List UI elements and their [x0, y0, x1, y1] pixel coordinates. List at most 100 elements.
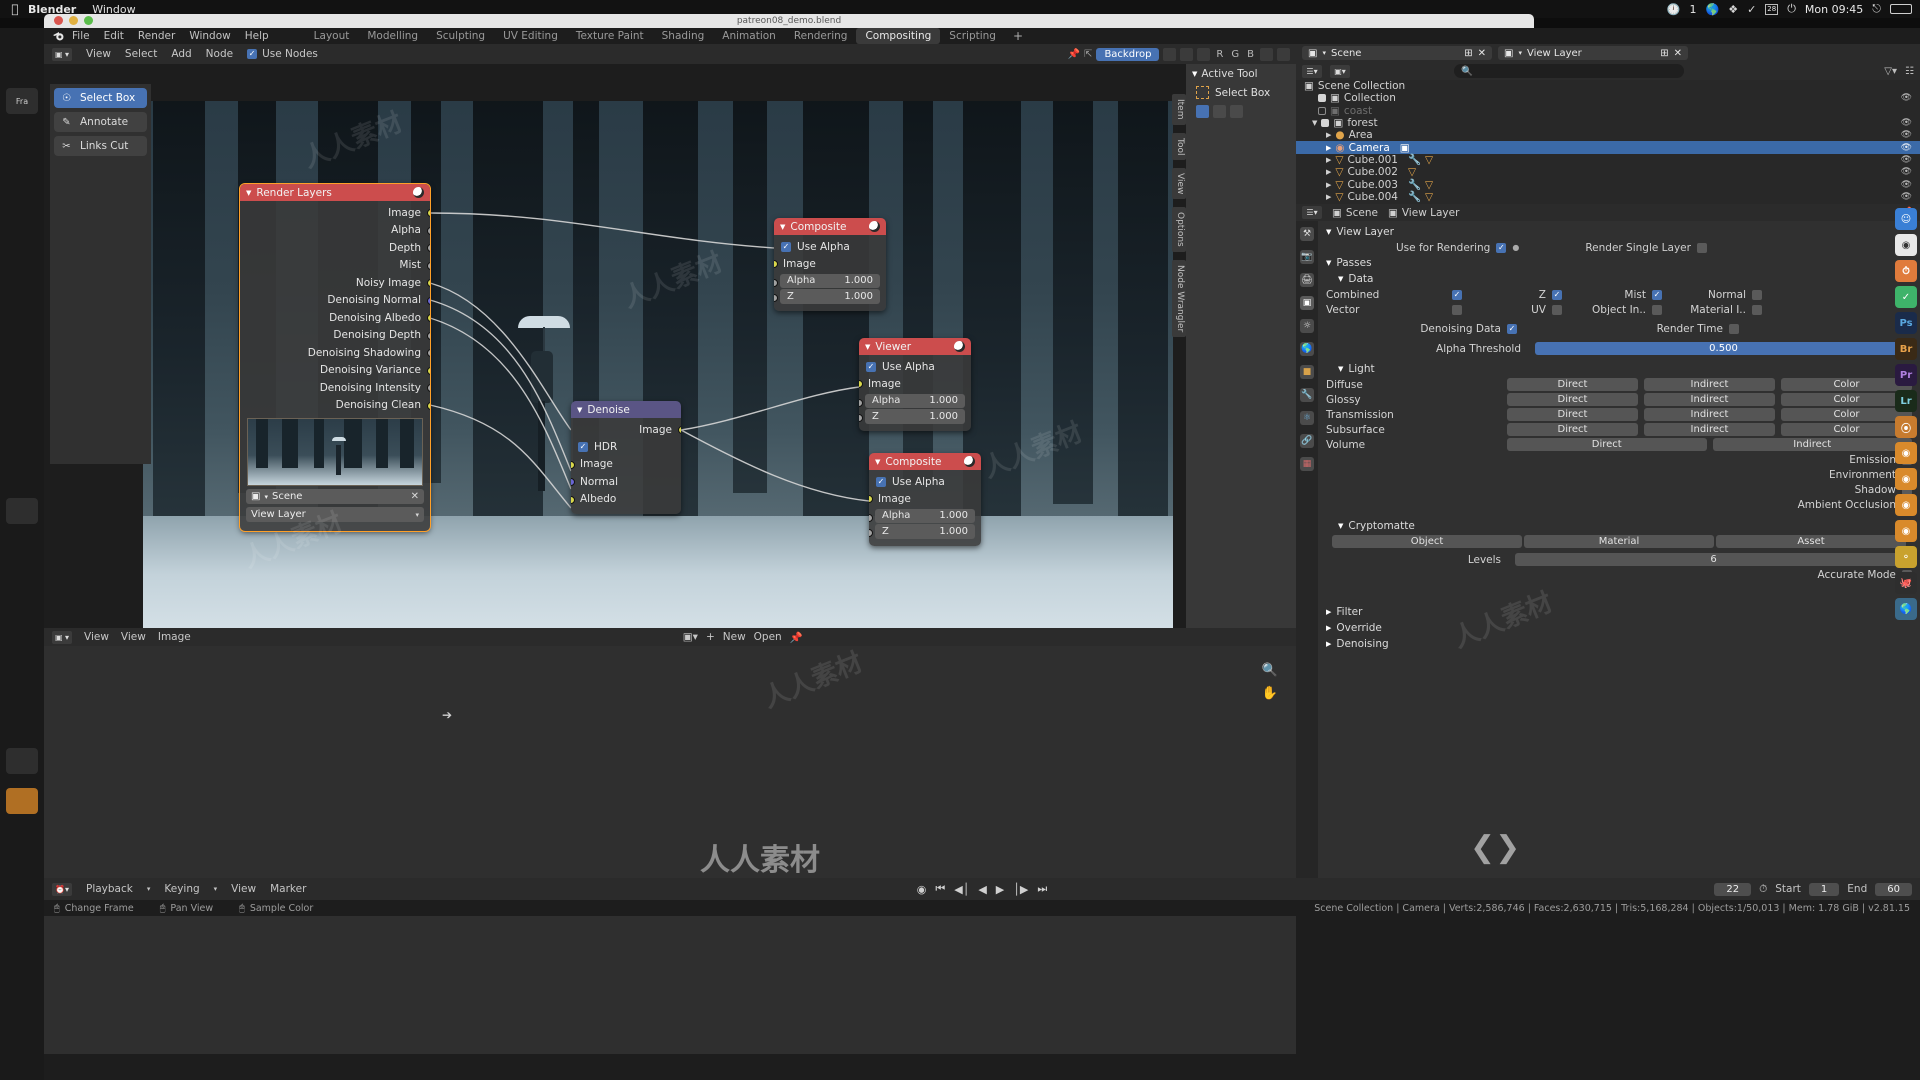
editor-type-icon[interactable]: ☰▾: [1302, 206, 1322, 219]
timeline-menu-marker[interactable]: Marker: [270, 883, 306, 895]
pass-vector-checkbox[interactable]: [1452, 304, 1462, 315]
calendar-icon[interactable]: 28: [1765, 3, 1779, 15]
socket-composite1-alpha[interactable]: [774, 278, 778, 287]
scene-clear-button[interactable]: ✕: [411, 491, 419, 502]
node-preview-toggle-icon[interactable]: [964, 456, 975, 467]
socket-denoise-image-out[interactable]: [677, 426, 681, 434]
section-override[interactable]: ▶ Override: [1326, 620, 1912, 636]
delete-view-layer-icon[interactable]: ✕: [1674, 48, 1682, 59]
timeline-menu-keying[interactable]: Keying: [164, 883, 199, 895]
visibility-eye-icon[interactable]: 👁: [1901, 192, 1912, 202]
delete-scene-icon[interactable]: ✕: [1478, 48, 1486, 59]
finder-icon[interactable]: ☺: [1895, 208, 1917, 230]
outliner-row-collection[interactable]: ▣ Collection 👁: [1296, 92, 1920, 104]
socket-viewer-z[interactable]: [859, 414, 863, 422]
bridge-icon[interactable]: Br: [1895, 338, 1917, 360]
node-header-composite-1[interactable]: ▼ Composite: [774, 218, 886, 235]
apple-logo-icon[interactable]: : [8, 2, 22, 16]
expand-triangle-icon[interactable]: ▶: [1326, 144, 1331, 152]
node-header-denoise[interactable]: ▼ Denoise: [571, 401, 681, 418]
node-composite-1[interactable]: ▼ Composite ✓ Use Alpha Image Alpha 1.00…: [774, 218, 886, 311]
expand-triangle-icon[interactable]: ▶: [1326, 131, 1331, 139]
pin-icon[interactable]: 📌: [790, 631, 803, 644]
view-layer-dropdown-arrow[interactable]: ▾: [415, 511, 419, 519]
visibility-eye-icon[interactable]: 👁: [1901, 167, 1912, 177]
socket-denoise-albedo[interactable]: [571, 495, 575, 504]
pass-object-index-checkbox[interactable]: [1652, 304, 1662, 315]
use-alpha-toggle[interactable]: ✓ Use Alpha: [869, 473, 981, 490]
select-set-icon[interactable]: [1196, 105, 1209, 118]
play-icon[interactable]: ▶: [996, 883, 1004, 896]
channel-b-button[interactable]: B: [1245, 49, 1256, 60]
row-use-for-rendering[interactable]: Use for Rendering ✓ ● Render Single Laye…: [1326, 240, 1912, 255]
pass-z-checkbox[interactable]: ✓: [1552, 289, 1562, 300]
tab-view-layer[interactable]: ▣: [1300, 296, 1314, 310]
collapse-triangle-icon[interactable]: ▼: [780, 223, 785, 231]
spiral-icon[interactable]: ⦿: [1895, 416, 1917, 438]
socket-composite2-alpha[interactable]: [869, 513, 873, 522]
section-light[interactable]: ▼ Light: [1326, 361, 1912, 377]
socket-row-viewer-image[interactable]: Image: [859, 375, 971, 393]
outliner-row-area[interactable]: ▶ ● Area 👁: [1296, 129, 1920, 141]
section-data[interactable]: ▼ Data: [1326, 271, 1912, 287]
collapse-triangle-icon[interactable]: ▼: [865, 343, 870, 351]
editor-type-icon[interactable]: ☰▾: [1302, 64, 1322, 78]
workspace-tab-texture-paint[interactable]: Texture Paint: [567, 28, 653, 44]
outliner-new-collection-icon[interactable]: ☷: [1905, 66, 1914, 77]
subsurface-indirect-button[interactable]: Indirect: [1644, 423, 1775, 436]
node-preview-toggle-icon[interactable]: [869, 221, 880, 232]
transmission-indirect-button[interactable]: Indirect: [1644, 408, 1775, 421]
new-image-button[interactable]: New: [723, 631, 746, 643]
select-extend-icon[interactable]: [1213, 105, 1226, 118]
start-frame-field[interactable]: 1: [1808, 882, 1840, 896]
socket-row-denoising-shadowing[interactable]: Denoising Shadowing: [240, 344, 430, 362]
expand-triangle-icon[interactable]: ▶: [1326, 624, 1331, 632]
timer-icon[interactable]: ⏱: [1895, 260, 1917, 282]
glossy-indirect-button[interactable]: Indirect: [1644, 393, 1775, 406]
select-subtract-icon[interactable]: [1230, 105, 1243, 118]
cryptomatte-asset-button[interactable]: Asset: [1716, 535, 1906, 548]
mesh-data-icon[interactable]: ▽: [1425, 154, 1433, 166]
denoising-data-checkbox[interactable]: ✓: [1507, 323, 1517, 334]
record-icon[interactable]: ◉: [917, 883, 927, 896]
socket-row-denoise-albedo[interactable]: Albedo: [571, 491, 681, 509]
diffuse-direct-button[interactable]: Direct: [1507, 378, 1638, 391]
row-checkbox[interactable]: [1321, 119, 1330, 128]
circle-n-icon[interactable]: ⚬: [1895, 546, 1917, 568]
current-frame-field[interactable]: 22: [1714, 882, 1752, 896]
socket-mist[interactable]: [426, 261, 430, 270]
outliner-row-forest[interactable]: ▼ ▣ forest 👁: [1296, 117, 1920, 129]
socket-viewer-image[interactable]: [859, 380, 863, 388]
node-render-layers[interactable]: ▼ Render Layers Image Alpha Depth Mist N…: [239, 183, 431, 532]
menu-window[interactable]: Window: [189, 30, 230, 42]
node-menu-node[interactable]: Node: [206, 48, 233, 60]
channel-r-button[interactable]: R: [1214, 49, 1225, 60]
socket-row-denoise-image-out[interactable]: Image: [571, 421, 681, 439]
socket-composite2-z[interactable]: [869, 529, 873, 537]
row-checkbox[interactable]: [1318, 106, 1326, 115]
field-composite2-alpha[interactable]: Alpha 1.000: [875, 508, 975, 523]
blender-icon[interactable]: ◉: [1895, 442, 1917, 464]
jump-to-end-icon[interactable]: ⏭: [1037, 882, 1047, 896]
workspace-tab-animation[interactable]: Animation: [713, 28, 785, 44]
socket-row-depth[interactable]: Depth: [240, 239, 430, 257]
chrome-icon[interactable]: ◉: [1895, 234, 1917, 256]
expand-triangle-icon[interactable]: ▶: [1326, 156, 1331, 164]
field-viewer-z[interactable]: Z 1.000: [865, 409, 965, 424]
collapse-triangle-icon[interactable]: ▼: [1326, 259, 1331, 267]
image-browse-icon[interactable]: ▣▾: [683, 631, 698, 643]
menu-file[interactable]: File: [72, 30, 90, 42]
lightroom-icon[interactable]: Lr: [1895, 390, 1917, 412]
node-menu-add[interactable]: Add: [171, 48, 191, 60]
subsurface-direct-button[interactable]: Direct: [1507, 423, 1638, 436]
expand-triangle-icon[interactable]: ▶: [1326, 193, 1331, 201]
node-composite-2[interactable]: ▼ Composite ✓ Use Alpha Image Alpha 1.00…: [869, 453, 981, 546]
node-preview-toggle-icon[interactable]: [413, 187, 424, 198]
active-tool-panel-header[interactable]: ▼ Active Tool: [1186, 64, 1296, 84]
pan-hand-icon[interactable]: ✋: [1262, 686, 1278, 701]
use-alpha-checkbox[interactable]: ✓: [781, 241, 791, 252]
field-composite1-alpha[interactable]: Alpha 1.000: [780, 273, 880, 288]
outliner-row-scene-collection[interactable]: ▣ Scene Collection: [1296, 80, 1920, 92]
chevron-down-icon[interactable]: ▾: [1518, 49, 1522, 57]
tab-tool[interactable]: ⚒: [1300, 227, 1314, 241]
